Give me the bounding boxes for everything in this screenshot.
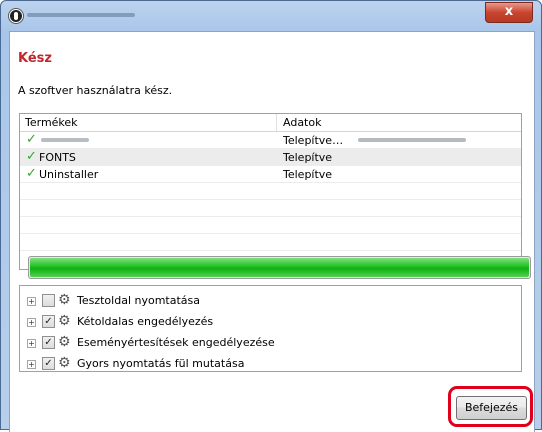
close-button[interactable]: x xyxy=(485,2,533,23)
tree-item-test-page[interactable]: + ⚙ Tesztoldal nyomtatása xyxy=(20,292,500,310)
checkmark-icon: ✓ xyxy=(26,149,37,164)
column-header-details[interactable]: Adatok xyxy=(283,116,321,129)
progress-bar xyxy=(28,256,531,279)
column-separator[interactable] xyxy=(276,114,277,131)
expand-icon[interactable]: + xyxy=(27,360,36,369)
tree-item-event-notifications[interactable]: + ✓ ⚙ Eseményértesítések engedélyezése xyxy=(20,334,500,352)
app-icon xyxy=(9,9,23,23)
installer-window: x Kész A szoftver használatra kész. Term… xyxy=(0,0,542,432)
empty-row xyxy=(20,234,521,251)
checkbox[interactable]: ✓ xyxy=(42,357,55,370)
title-bar[interactable]: x xyxy=(1,1,541,31)
product-status: Telepítve xyxy=(283,168,333,181)
table-row[interactable]: ✓ Uninstaller Telepítve xyxy=(20,166,521,183)
expand-icon[interactable]: + xyxy=(27,297,36,306)
finish-button[interactable]: Befejezés xyxy=(456,396,527,420)
product-name: FONTS xyxy=(39,151,76,164)
option-label: Eseményértesítések engedélyezése xyxy=(77,336,275,349)
product-name-redacted xyxy=(41,138,89,142)
window-title-redacted xyxy=(27,13,135,17)
options-tree[interactable]: + ⚙ Tesztoldal nyomtatása + ✓ ⚙ Kétoldal… xyxy=(19,285,522,372)
product-name: Uninstaller xyxy=(39,168,99,181)
empty-row xyxy=(20,200,521,217)
gear-icon: ⚙ xyxy=(58,334,71,350)
checkmark-icon: ✓ xyxy=(26,166,37,181)
empty-row xyxy=(20,217,521,234)
product-status: Telepítve… xyxy=(283,134,344,147)
tree-item-duplex[interactable]: + ✓ ⚙ Kétoldalas engedélyezés xyxy=(20,313,500,331)
option-label: Tesztoldal nyomtatása xyxy=(77,294,201,307)
products-list[interactable]: Termékek Adatok ✓ Telepítve… ✓ FONTS Tel… xyxy=(19,113,522,270)
empty-row xyxy=(20,183,521,200)
gear-icon: ⚙ xyxy=(58,355,71,371)
list-header: Termékek Adatok xyxy=(20,114,521,132)
status-detail-redacted xyxy=(358,138,466,142)
column-header-products[interactable]: Termékek xyxy=(25,116,78,129)
checkmark-icon: ✓ xyxy=(26,132,37,147)
gear-icon: ⚙ xyxy=(58,313,71,329)
tree-item-quick-print-tab[interactable]: + ✓ ⚙ Gyors nyomtatás fül mutatása xyxy=(20,355,500,373)
page-title: Kész xyxy=(18,51,52,66)
checkbox[interactable]: ✓ xyxy=(42,336,55,349)
option-label: Kétoldalas engedélyezés xyxy=(77,315,214,328)
product-status: Telepítve xyxy=(283,151,333,164)
checkbox[interactable] xyxy=(42,294,55,307)
table-row[interactable]: ✓ Telepítve… xyxy=(20,132,521,149)
table-row[interactable]: ✓ FONTS Telepítve xyxy=(20,149,521,166)
checkbox[interactable]: ✓ xyxy=(42,315,55,328)
option-label: Gyors nyomtatás fül mutatása xyxy=(77,357,245,370)
expand-icon[interactable]: + xyxy=(27,318,36,327)
page-subtitle: A szoftver használatra kész. xyxy=(18,84,173,97)
progress-fill xyxy=(30,258,529,277)
gear-icon: ⚙ xyxy=(58,292,71,308)
expand-icon[interactable]: + xyxy=(27,339,36,348)
client-area: Kész A szoftver használatra kész. Termék… xyxy=(9,31,535,432)
